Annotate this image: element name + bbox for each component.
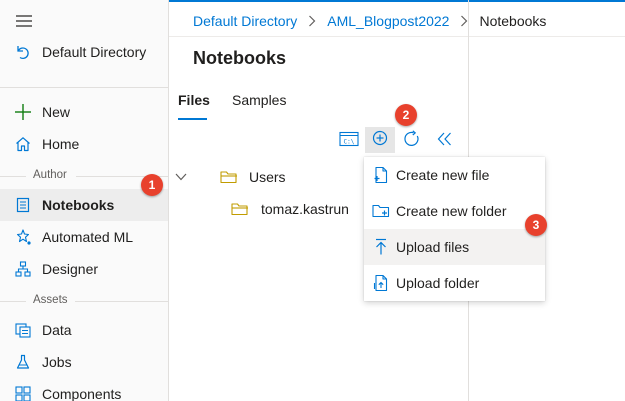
add-files-menu: Create new file Create new folder Upload… <box>364 157 545 301</box>
sidebar-item-label: Automated ML <box>42 229 134 245</box>
open-terminal-button[interactable]: C:\ <box>336 129 362 153</box>
section-label: Author <box>33 169 67 181</box>
notebook-icon <box>14 196 32 214</box>
new-file-icon <box>372 166 390 184</box>
designer-icon <box>14 260 32 278</box>
back-to-directory[interactable]: Default Directory <box>0 36 168 68</box>
sidebar-item-components[interactable]: Components <box>0 378 168 401</box>
tree-node-label: tomaz.kastrun <box>261 201 349 217</box>
menu-item-create-new-file[interactable]: Create new file <box>364 157 545 193</box>
menu-item-upload-files[interactable]: Upload files <box>364 229 545 265</box>
flask-icon <box>14 353 32 371</box>
step-badge-2: 2 <box>395 104 417 126</box>
add-files-button[interactable] <box>365 127 395 153</box>
new-folder-icon <box>372 202 390 220</box>
sidebar-item-automated-ml[interactable]: Automated ML <box>0 221 168 253</box>
menu-item-label: Create new file <box>396 167 490 183</box>
menu-item-label: Upload folder <box>396 275 480 291</box>
back-arrow-icon <box>14 43 32 61</box>
sidebar-item-notebooks[interactable]: Notebooks <box>0 189 168 221</box>
sidebar-item-jobs[interactable]: Jobs <box>0 346 168 378</box>
menu-item-label: Upload files <box>396 239 470 255</box>
menu-item-upload-folder[interactable]: Upload folder <box>364 265 545 301</box>
step-badge-3: 3 <box>525 214 547 236</box>
hamburger-menu-icon[interactable] <box>15 13 33 29</box>
svg-text:C:\: C:\ <box>344 138 355 145</box>
back-label: Default Directory <box>42 44 147 60</box>
tree-node-user-folder[interactable]: tomaz.kastrun <box>231 197 349 221</box>
step-badge-1: 1 <box>141 174 163 196</box>
sidebar-item-new[interactable]: New <box>0 96 168 128</box>
section-assets: Assets <box>0 294 168 308</box>
folder-icon <box>231 202 249 216</box>
chevron-down-icon[interactable] <box>174 172 188 182</box>
sidebar-item-label: Notebooks <box>42 197 115 213</box>
folder-icon <box>220 170 238 184</box>
sidebar-item-label: New <box>42 104 71 120</box>
breadcrumb: Default Directory AML_Blogpost2022 Noteb… <box>193 11 546 31</box>
sidebar-item-data[interactable]: Data <box>0 314 168 346</box>
tree-node-label: Users <box>249 169 286 185</box>
refresh-icon <box>403 129 421 153</box>
sidebar-item-label: Components <box>42 386 122 401</box>
sidebar-divider <box>0 80 168 94</box>
terminal-icon: C:\ <box>339 131 359 152</box>
sidebar-item-home[interactable]: Home <box>0 128 168 160</box>
tab-files[interactable]: Files <box>178 92 210 108</box>
menu-item-create-new-folder[interactable]: Create new folder <box>364 193 545 229</box>
breadcrumb-directory[interactable]: Default Directory <box>193 13 297 29</box>
components-icon <box>14 385 32 401</box>
tree-node-users[interactable]: Users <box>174 165 286 189</box>
sidebar-item-label: Jobs <box>42 354 72 370</box>
home-icon <box>14 135 32 153</box>
sidebar-item-label: Designer <box>42 261 99 277</box>
collapse-panel-button[interactable] <box>432 129 458 153</box>
sidebar-item-label: Data <box>42 322 72 338</box>
header-divider <box>169 36 625 37</box>
data-icon <box>14 321 32 339</box>
sidebar-item-designer[interactable]: Designer <box>0 253 168 285</box>
tab-samples[interactable]: Samples <box>232 92 286 108</box>
left-navigation: Default Directory New Home Author Notebo… <box>0 0 169 401</box>
upload-folder-icon <box>372 274 390 292</box>
plus-icon <box>14 103 32 121</box>
automl-icon <box>14 228 32 246</box>
sidebar-item-label: Home <box>42 136 80 152</box>
active-tab-indicator <box>178 118 207 120</box>
menu-item-label: Create new folder <box>396 203 507 219</box>
breadcrumb-workspace[interactable]: AML_Blogpost2022 <box>327 13 449 29</box>
breadcrumb-current: Notebooks <box>479 13 547 29</box>
double-chevron-left-icon <box>437 132 453 151</box>
add-circle-icon <box>372 130 388 151</box>
chevron-right-icon <box>308 15 316 27</box>
upload-icon <box>372 238 390 256</box>
page-title: Notebooks <box>193 48 287 68</box>
section-label: Assets <box>33 294 68 306</box>
refresh-button[interactable] <box>399 129 425 153</box>
